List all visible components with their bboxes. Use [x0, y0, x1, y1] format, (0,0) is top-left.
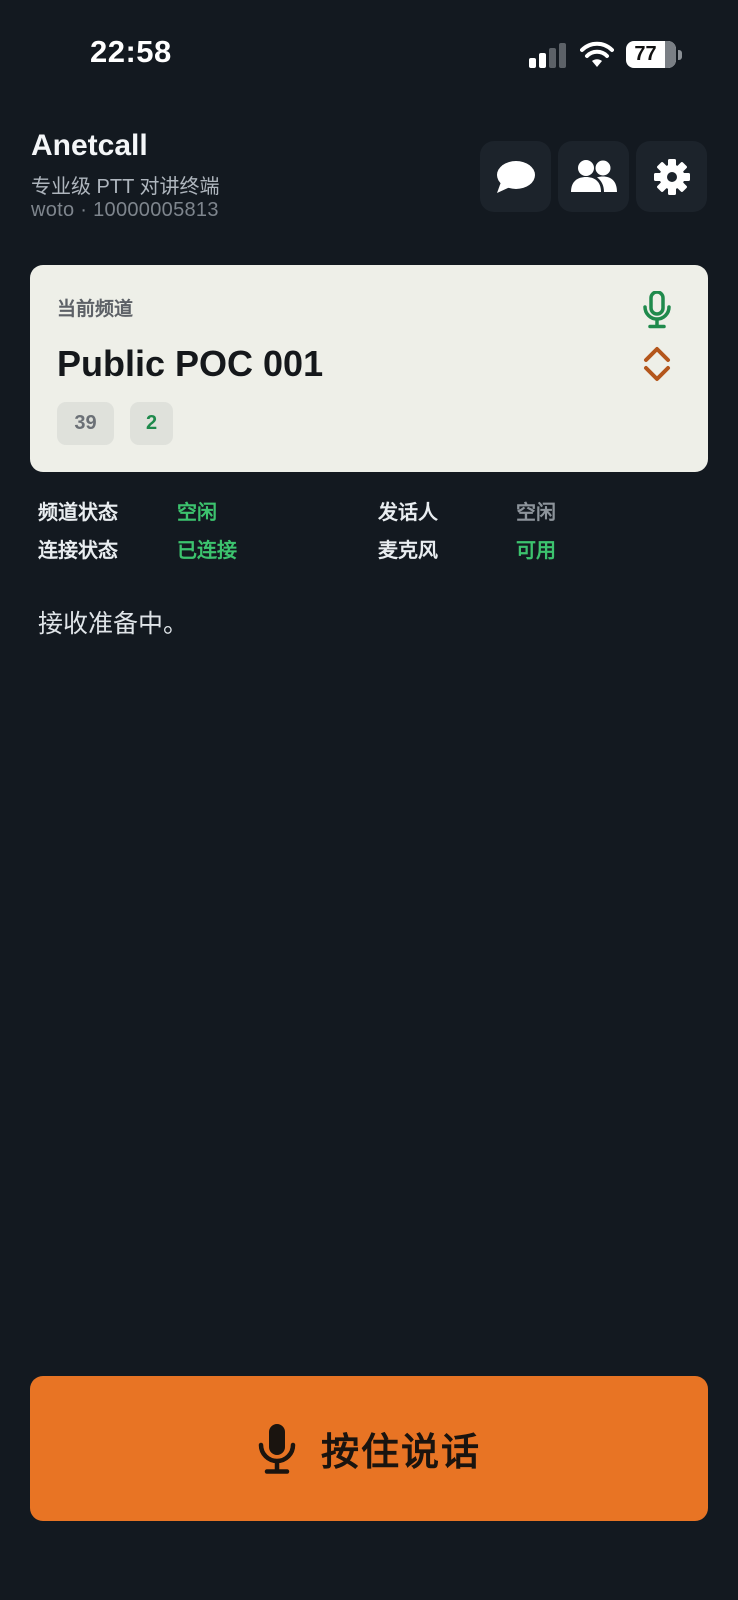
battery-nub [678, 50, 682, 60]
microphone-label: 麦克风 [378, 540, 438, 562]
channel-name: Public POC 001 [57, 343, 324, 384]
status-bar: 22:58 77 [0, 0, 738, 110]
status-message: 接收准备中。 [38, 610, 189, 638]
connection-state-value: 已连接 [177, 540, 237, 562]
cellular-signal-icon [529, 43, 566, 68]
speaker-label: 发话人 [378, 502, 438, 524]
speaker-value: 空闲 [516, 502, 556, 524]
channel-label: 当前频道 [57, 299, 134, 320]
microphone-value: 可用 [516, 540, 556, 562]
app-title: Anetcall [31, 129, 148, 162]
microphone-icon [643, 291, 671, 329]
battery-indicator: 77 [626, 41, 676, 68]
channel-state-value: 空闲 [177, 502, 217, 524]
account-info: woto · 10000005813 [31, 199, 219, 221]
battery-level: 77 [634, 43, 657, 65]
chat-bubble-icon [496, 160, 535, 193]
member-count-badge: 39 [57, 402, 114, 445]
wifi-icon [580, 41, 614, 67]
push-to-talk-button[interactable]: 按住说话 [30, 1376, 708, 1521]
app-subtitle: 专业级 PTT 对讲终端 [31, 176, 220, 198]
settings-button[interactable] [636, 141, 707, 212]
users-icon [570, 159, 617, 192]
status-time: 22:58 [90, 34, 172, 69]
members-button[interactable] [558, 141, 629, 212]
channel-state-label: 频道状态 [38, 502, 118, 524]
channel-card[interactable]: 当前频道 Public POC 001 39 2 [30, 265, 708, 472]
online-count-badge: 2 [130, 402, 173, 445]
microphone-icon [258, 1423, 296, 1474]
push-to-talk-label: 按住说话 [320, 1432, 481, 1474]
connection-state-label: 连接状态 [38, 540, 118, 562]
chevron-up-down-icon[interactable] [640, 345, 674, 383]
gear-icon [653, 158, 690, 195]
messages-button[interactable] [480, 141, 551, 212]
